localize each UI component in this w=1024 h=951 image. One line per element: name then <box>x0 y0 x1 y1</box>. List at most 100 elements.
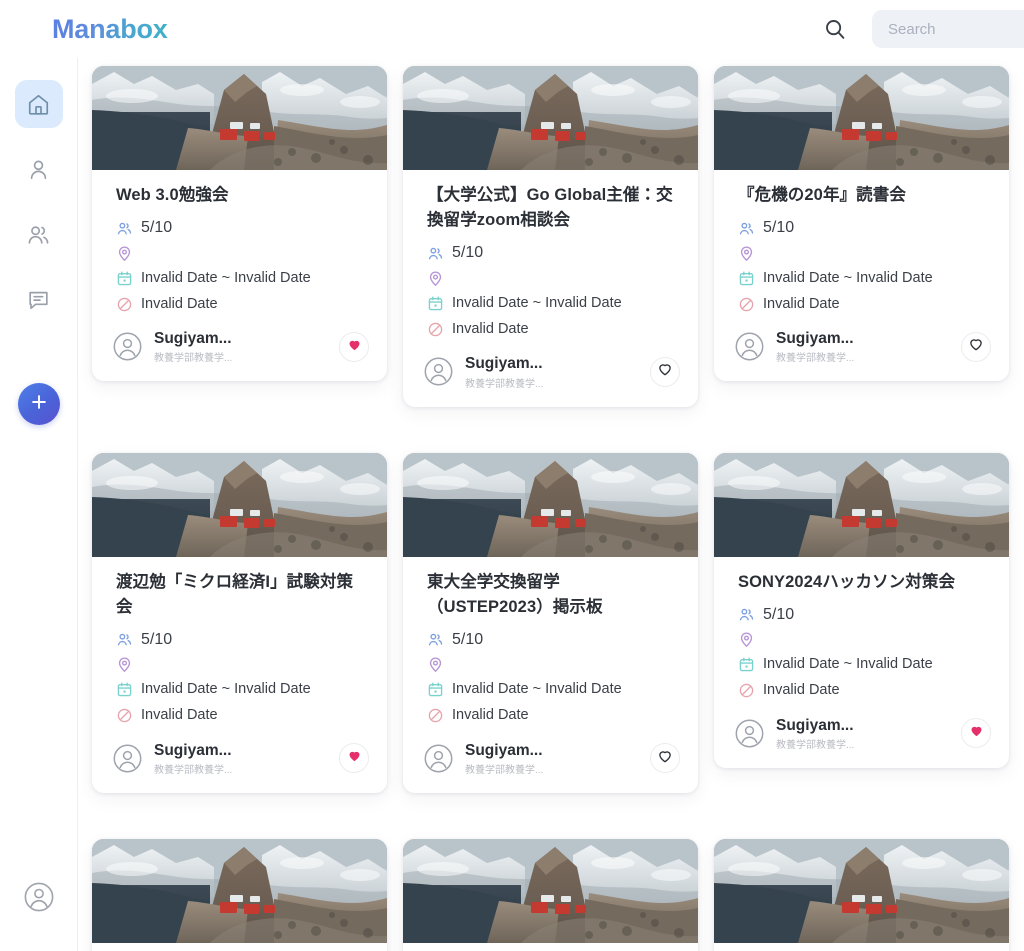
like-button[interactable] <box>961 718 991 749</box>
person-icon <box>26 157 51 182</box>
map-pin-icon <box>427 656 444 673</box>
owner-affiliation: 教養学部教養学... <box>465 765 544 777</box>
meta-location <box>116 241 365 265</box>
card-body: 『危機の20年』読書会 5/10 Invalid Date ~ Invalid … <box>714 170 1009 317</box>
calendar-icon <box>427 681 444 698</box>
search-input[interactable] <box>872 10 1024 48</box>
date-range-text: Invalid Date ~ Invalid Date <box>452 681 622 698</box>
owner-name: Sugiyam... <box>776 330 854 348</box>
deadline-text: Invalid Date <box>763 295 840 312</box>
sidebar-item-home[interactable] <box>14 80 63 128</box>
card-body: 進振り情報交換板 5/10 Invalid Date ~ Invalid Dat… <box>92 943 387 951</box>
no-entry-icon <box>116 296 133 313</box>
card-meta: 5/10 Invalid Date ~ Invalid Date Invalid… <box>116 215 365 317</box>
owner-affiliation: 教養学部教養学... <box>776 739 855 751</box>
like-button[interactable] <box>339 331 369 362</box>
event-card[interactable]: Web 3.0勉強会 5/10 Invalid Date ~ Invalid D… <box>92 66 387 382</box>
card-photo <box>714 66 1009 170</box>
card-body: 杉本博士著『Lehman幾何』 5/10 Invalid Date ~ Inva… <box>714 943 1009 951</box>
map-pin-icon <box>738 631 755 648</box>
date-range-text: Invalid Date ~ Invalid Date <box>763 656 933 673</box>
owner-name: Sugiyam... <box>465 741 543 759</box>
heart-filled-icon <box>347 748 362 768</box>
meta-date-range: Invalid Date ~ Invalid Date <box>427 677 676 703</box>
home-icon <box>26 92 51 117</box>
people-icon <box>427 245 444 262</box>
owner-affiliation: 教養学部教養学... <box>776 353 855 365</box>
card-body: 『低レベルプログラミング』 5/10 Invalid Date ~ Invali… <box>403 943 698 951</box>
people-icon <box>738 220 755 237</box>
no-entry-icon <box>738 682 755 699</box>
plus-icon <box>28 391 50 418</box>
avatar <box>734 718 765 749</box>
card-owner: Sugiyam... 教養学部教養学... <box>465 741 650 776</box>
event-card[interactable]: 杉本博士著『Lehman幾何』 5/10 Invalid Date ~ Inva… <box>714 839 1009 951</box>
avatar <box>734 331 765 362</box>
like-button[interactable] <box>650 356 680 387</box>
sidebar-item-profile[interactable] <box>15 145 63 193</box>
card-meta: 5/10 Invalid Date ~ Invalid Date Invalid… <box>738 215 987 317</box>
card-image <box>92 66 387 170</box>
meta-members: 5/10 <box>738 602 987 628</box>
calendar-icon <box>116 681 133 698</box>
card-body: 渡辺勉「ミクロ経済I」試験対策会 5/10 Invalid Date ~ Inv… <box>92 557 387 729</box>
owner-affiliation: 教養学部教養学... <box>465 378 544 390</box>
meta-location <box>427 266 676 290</box>
card-title: SONY2024ハッカソン対策会 <box>738 572 956 591</box>
sidebar <box>0 58 78 951</box>
event-card[interactable]: 東大全学交換留学（USTEP2023）掲示板 5/10 Invalid Date… <box>403 452 698 794</box>
no-entry-icon <box>116 707 133 724</box>
meta-deadline: Invalid Date <box>738 678 987 704</box>
owner-affiliation: 教養学部教養学... <box>154 353 233 365</box>
sidebar-item-account[interactable] <box>19 879 59 919</box>
event-card[interactable]: 『低レベルプログラミング』 5/10 Invalid Date ~ Invali… <box>403 839 698 951</box>
card-meta: 5/10 Invalid Date ~ Invalid Date Invalid… <box>738 602 987 704</box>
meta-date-range: Invalid Date ~ Invalid Date <box>116 677 365 703</box>
event-card[interactable]: 『危機の20年』読書会 5/10 Invalid Date ~ Invalid … <box>714 66 1009 382</box>
meta-deadline: Invalid Date <box>116 703 365 729</box>
card-photo <box>92 66 387 170</box>
members-count: 5/10 <box>452 244 484 262</box>
content-area: Web 3.0勉強会 5/10 Invalid Date ~ Invalid D… <box>78 58 1024 951</box>
card-photo <box>92 839 387 944</box>
sidebar-item-messages[interactable] <box>15 275 63 323</box>
meta-location <box>738 241 987 265</box>
meta-deadline: Invalid Date <box>738 291 987 317</box>
meta-deadline: Invalid Date <box>116 291 365 317</box>
members-count: 5/10 <box>141 630 173 648</box>
card-footer: Sugiyam... 教養学部教養学... <box>92 729 387 793</box>
deadline-text: Invalid Date <box>141 707 218 724</box>
event-card[interactable]: SONY2024ハッカソン対策会 5/10 Invalid Date ~ Inv… <box>714 452 1009 768</box>
card-owner: Sugiyam... 教養学部教養学... <box>154 329 339 364</box>
like-button[interactable] <box>650 743 680 774</box>
calendar-icon <box>116 270 133 287</box>
card-image <box>714 66 1009 170</box>
app-logo[interactable]: Manabox <box>52 14 168 45</box>
avatar <box>423 743 454 774</box>
members-count: 5/10 <box>452 630 484 648</box>
event-card[interactable]: 渡辺勉「ミクロ経済I」試験対策会 5/10 Invalid Date ~ Inv… <box>92 452 387 794</box>
card-image <box>403 839 698 944</box>
search-icon[interactable] <box>820 14 850 44</box>
avatar <box>112 743 143 774</box>
people-icon <box>116 631 133 648</box>
card-photo <box>403 66 698 170</box>
heart-outline-icon <box>657 748 673 769</box>
card-image <box>714 452 1009 557</box>
no-entry-icon <box>427 321 444 338</box>
app-header: Manabox <box>0 0 1024 58</box>
like-button[interactable] <box>339 743 369 774</box>
people-icon <box>738 606 755 623</box>
sidebar-item-groups[interactable] <box>15 210 63 258</box>
card-meta: 5/10 Invalid Date ~ Invalid Date Invalid… <box>427 240 676 342</box>
like-button[interactable] <box>961 331 991 362</box>
card-owner: Sugiyam... 教養学部教養学... <box>776 716 961 751</box>
create-button[interactable] <box>17 383 60 425</box>
card-body: SONY2024ハッカソン対策会 5/10 Invalid Date ~ Inv… <box>714 557 1009 704</box>
avatar <box>112 331 143 362</box>
event-card[interactable]: 【大学公式】Go Global主催：交換留学zoom相談会 5/10 Inval… <box>403 66 698 407</box>
event-card[interactable]: 進振り情報交換板 5/10 Invalid Date ~ Invalid Dat… <box>92 839 387 951</box>
card-photo <box>714 452 1009 557</box>
meta-members: 5/10 <box>427 240 676 266</box>
card-body: 東大全学交換留学（USTEP2023）掲示板 5/10 Invalid Date… <box>403 557 698 729</box>
